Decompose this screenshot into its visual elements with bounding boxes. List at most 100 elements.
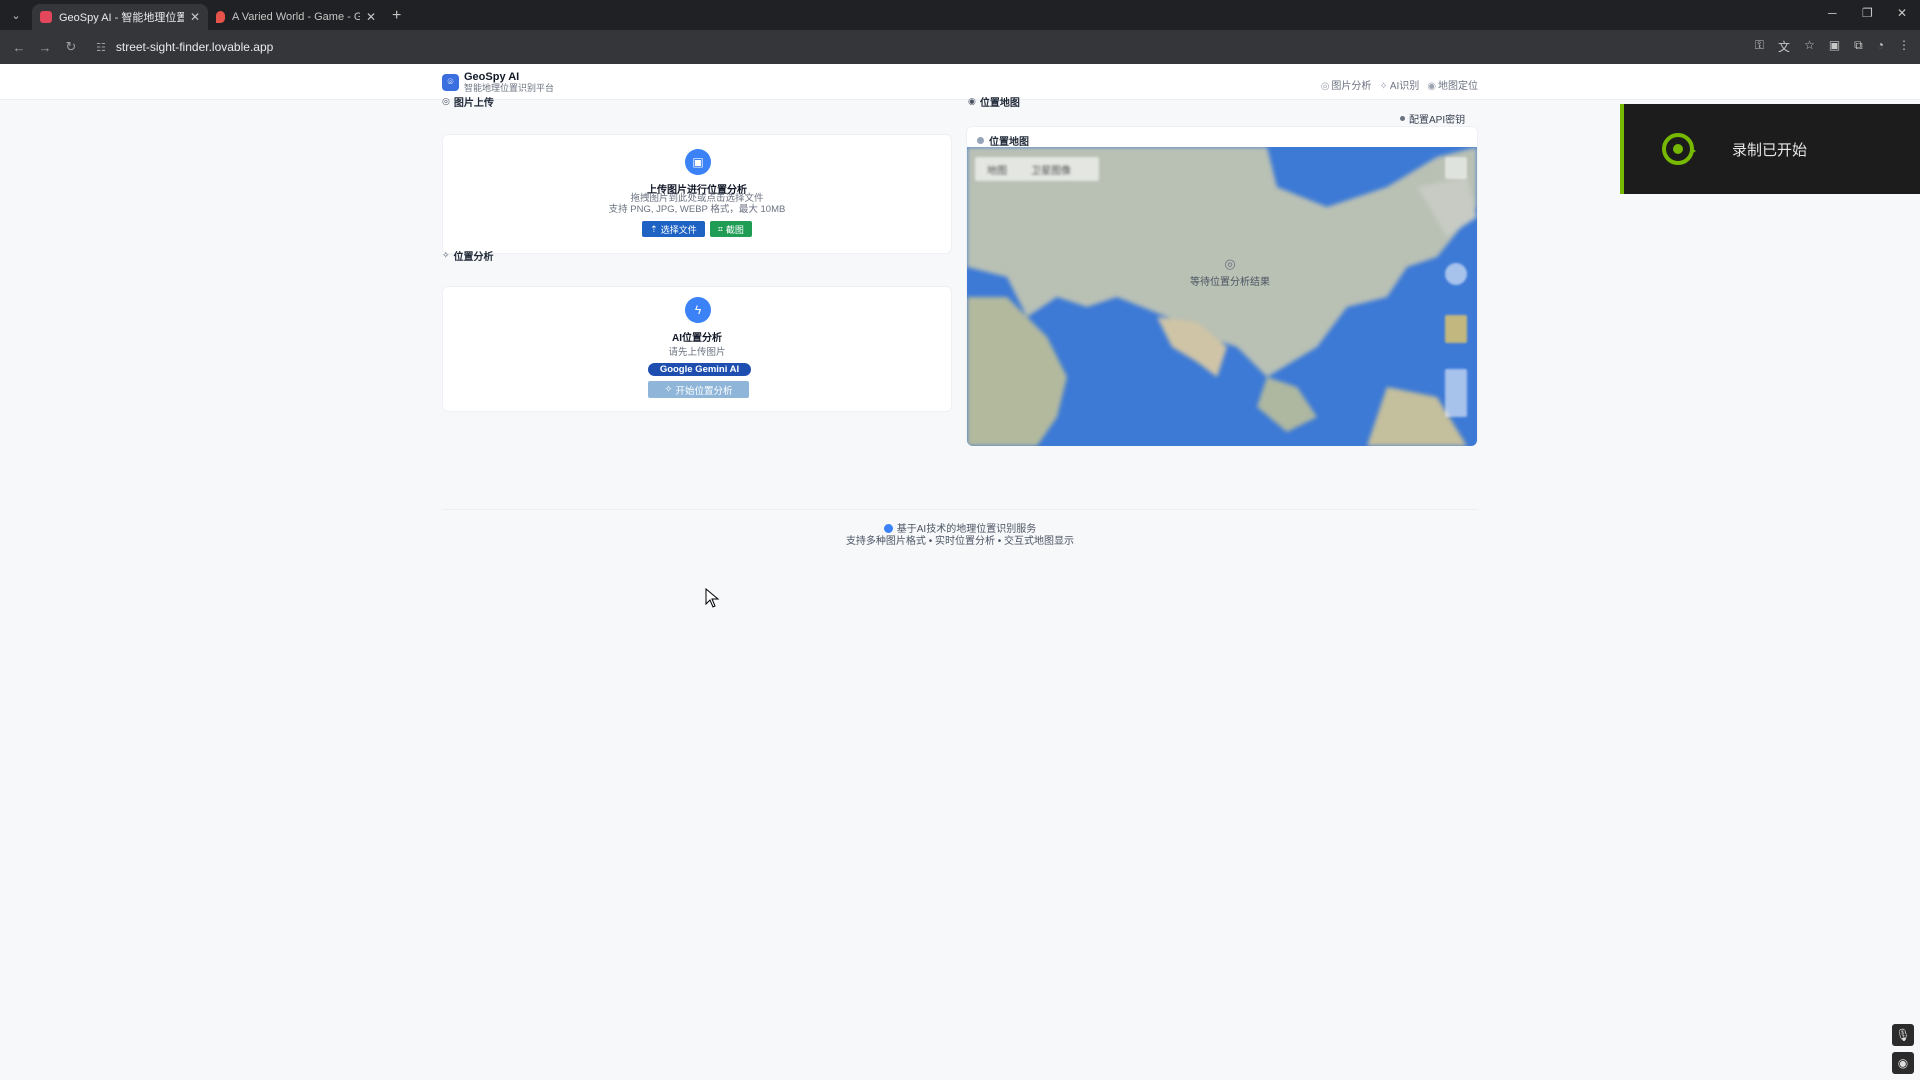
upload-hint: 拖拽图片到此处或点击选择文件 — [630, 193, 764, 204]
nav-label: AI识别 — [1389, 81, 1420, 92]
forward-icon[interactable]: → — [34, 40, 56, 55]
reload-icon[interactable]: ↻ — [60, 39, 82, 55]
section-title-label: 位置分析 — [453, 252, 494, 263]
tab-title: GeoSpy AI - 智能地理位置识别 — [59, 12, 184, 24]
nav-label: 图片分析 — [1331, 81, 1372, 92]
location-pin: ◎ 等待位置分析结果 — [1170, 256, 1290, 289]
close-tab-icon[interactable]: ✕ — [366, 10, 376, 24]
nav-item-ai-recognition[interactable]: ✧ AI识别 — [1379, 77, 1419, 92]
profile-icon[interactable]: ◔ — [1877, 38, 1884, 55]
sparkle-icon: ✧ — [664, 384, 673, 395]
tab-title: A Varied World - Game - Geo — [232, 11, 360, 23]
site-info-icon[interactable]: ☷ — [96, 41, 106, 54]
map-pin-icon: ◎ — [1224, 256, 1236, 271]
brand[interactable]: GeoSpy AI 智能地理位置识别平台 — [464, 72, 554, 94]
choose-file-label: 选择文件 — [660, 224, 697, 235]
screenshot-button[interactable]: ⌗ 截图 — [709, 221, 752, 237]
analysis-card: ϟ AI位置分析 请先上传图片 Google Gemini AI ✧ 开始位置分析 — [442, 286, 952, 412]
map-pin-icon: ◉ — [968, 96, 976, 106]
map-card-title-label: 位置地图 — [989, 137, 1029, 148]
tab-search-icon[interactable]: ⌄ — [6, 5, 26, 25]
url-text: street-sight-finder.lovable.app — [115, 40, 274, 54]
footer-features: 支持多种图片格式 • 实时位置分析 • 交互式地图显示 — [845, 536, 1075, 547]
fullscreen-icon[interactable] — [1445, 157, 1467, 179]
map-tab-satellite[interactable]: 卫星图像 — [1019, 162, 1083, 177]
section-title-label: 位置地图 — [979, 98, 1020, 109]
logo-map-pin-icon: ⌾ — [442, 74, 459, 91]
camera-icon: ◎ — [1320, 81, 1330, 92]
lightning-icon: ϟ — [685, 297, 711, 323]
bookmark-star-icon[interactable]: ☆ — [1804, 38, 1815, 55]
map-pin-icon — [977, 137, 984, 144]
analysis-hint: 请先上传图片 — [668, 347, 726, 358]
browser-tab-bar: ⌄ GeoSpy AI - 智能地理位置识别 ✕ A Varied World … — [0, 0, 1920, 30]
choose-file-button[interactable]: ⇡ 选择文件 — [642, 221, 705, 237]
record-icon[interactable]: ◉ — [1892, 1052, 1914, 1074]
recording-toast: 录制已开始 — [1620, 104, 1920, 194]
camera-control-icon[interactable] — [1445, 263, 1467, 285]
toolbar-actions: ⚿ 文 ☆ ▣ ⧉ ◔ ⋮ — [1755, 38, 1910, 55]
microphone-icon[interactable]: 🎙 — [1892, 1024, 1914, 1046]
configure-api-key-button[interactable]: 配置API密钥 — [1400, 111, 1465, 126]
api-key-label: 配置API密钥 — [1409, 115, 1466, 126]
close-tab-icon[interactable]: ✕ — [190, 10, 200, 24]
back-icon[interactable]: ← — [8, 40, 30, 55]
sidebar-icon[interactable]: ▣ — [1829, 38, 1840, 55]
password-key-icon[interactable]: ⚿ — [1755, 38, 1764, 55]
sparkle-icon: ✧ — [1379, 81, 1388, 92]
upload-icon: ⇡ — [650, 223, 658, 234]
map-view[interactable]: 地图 卫星图像 ◎ 等待位置分析结果 — [967, 147, 1477, 446]
upload-format-hint: 支持 PNG, JPG, WEBP 格式，最大 10MB — [608, 204, 786, 215]
settings-icon — [1400, 116, 1405, 121]
recording-toast-text: 录制已开始 — [1732, 141, 1808, 159]
mouse-cursor-icon — [705, 588, 720, 608]
analysis-section-title: ✧ 位置分析 — [442, 248, 494, 263]
section-title-label: 图片上传 — [453, 98, 494, 109]
gemini-badge: Google Gemini AI — [648, 363, 751, 376]
browser-tab-geospy[interactable]: GeoSpy AI - 智能地理位置识别 ✕ — [32, 4, 208, 30]
image-icon: ▣ — [685, 149, 711, 175]
start-analysis-label: 开始位置分析 — [675, 385, 733, 397]
analysis-heading: AI位置分析 — [672, 333, 722, 344]
page: ⌾ GeoSpy AI 智能地理位置识别平台 ◎ 图片分析 ✧ AI识别 ◉ 地图定位… — [0, 64, 1920, 1080]
upload-buttons: ⇡ 选择文件 ⌗ 截图 — [443, 221, 951, 237]
browser-toolbar: ← → ↻ ☷ street-sight-finder.lovable.app … — [0, 30, 1920, 64]
menu-icon[interactable]: ⋮ — [1898, 38, 1910, 55]
app-header: ⌾ GeoSpy AI 智能地理位置识别平台 ◎ 图片分析 ✧ AI识别 ◉ 地图定位 — [0, 64, 1920, 100]
nav-item-image-analysis[interactable]: ◎ 图片分析 — [1321, 77, 1372, 92]
pin-label: 等待位置分析结果 — [1190, 277, 1270, 288]
new-tab-button[interactable]: + — [392, 7, 401, 25]
translate-icon[interactable]: 文 — [1778, 38, 1790, 55]
brand-name: GeoSpy AI — [464, 71, 520, 83]
footer: 基于AI技术的地理位置识别服务 支持多种图片格式 • 实时位置分析 • 交互式地… — [442, 509, 1478, 549]
nav-item-map-location[interactable]: ◉ 地图定位 — [1427, 77, 1478, 92]
map-tab-map[interactable]: 地图 — [975, 162, 1019, 177]
minimize-icon[interactable]: ─ — [1828, 6, 1837, 20]
address-bar[interactable]: ☷ street-sight-finder.lovable.app — [96, 34, 1696, 60]
map-card: 位置地图 地图 卫星图像 ◎ 等待位置分析结果 — [966, 126, 1478, 446]
geospy-favicon-icon — [40, 11, 52, 23]
recording-icon — [1662, 133, 1696, 165]
extensions-icon[interactable]: ⧉ — [1854, 38, 1863, 55]
street-view-pegman-icon[interactable] — [1445, 315, 1467, 343]
brand-subtitle: 智能地理位置识别平台 — [464, 83, 555, 93]
browser-tab-varied-world[interactable]: A Varied World - Game - Geo ✕ — [208, 4, 384, 30]
header-nav: ◎ 图片分析 ✧ AI识别 ◉ 地图定位 — [1321, 77, 1478, 92]
sparkle-icon: ✧ — [442, 250, 450, 260]
start-analysis-button[interactable]: ✧ 开始位置分析 — [648, 381, 749, 398]
nav-label: 地图定位 — [1438, 81, 1478, 92]
map-card-title: 位置地图 — [977, 133, 1029, 148]
crop-icon: ⌗ — [717, 223, 723, 234]
upload-section-title: ◎ 图片上传 — [442, 94, 494, 109]
map-section-title: ◉ 位置地图 — [968, 94, 1020, 109]
screenshot-label: 截图 — [725, 224, 744, 235]
map-pin-favicon-icon — [216, 11, 225, 23]
upload-dropzone[interactable]: ▣ 上传图片进行位置分析 拖拽图片到此处或点击选择文件 支持 PNG, JPG,… — [442, 134, 952, 254]
camera-icon: ◎ — [442, 96, 450, 106]
zoom-controls[interactable] — [1445, 369, 1467, 417]
restore-icon[interactable]: ❐ — [1862, 6, 1873, 20]
world-map-land — [967, 147, 1477, 446]
window-close-icon[interactable]: ✕ — [1897, 6, 1907, 20]
map-pin-icon: ◉ — [1427, 81, 1436, 92]
map-type-switch[interactable]: 地图 卫星图像 — [975, 157, 1099, 181]
